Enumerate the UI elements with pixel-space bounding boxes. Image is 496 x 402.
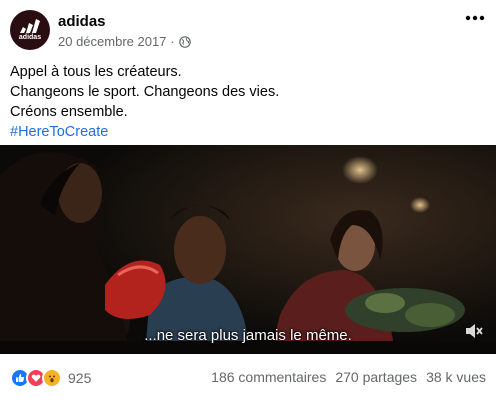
reaction-count: 925	[68, 370, 92, 386]
comments-count-link[interactable]: 186 commentaires	[211, 369, 326, 385]
speaker-muted-icon	[466, 324, 483, 338]
avatar[interactable]: adidas	[10, 10, 50, 50]
post-footer: 925 186 commentaires 270 partages 38 k v…	[0, 354, 496, 402]
views-count: 38 k vues	[426, 369, 486, 385]
post-text-line: Changeons le sport. Changeons des vies.	[10, 84, 280, 100]
video-subtitle: ...ne sera plus jamais le même.	[144, 327, 352, 344]
hashtag-link[interactable]: #HereToCreate	[10, 122, 279, 142]
video-player[interactable]: ...ne sera plus jamais le même.	[0, 145, 496, 354]
page-name[interactable]: adidas	[58, 13, 106, 30]
mute-button[interactable]	[464, 322, 484, 340]
wow-icon	[42, 368, 62, 388]
post-text-line: Appel à tous les créateurs.	[10, 64, 182, 80]
more-dots-icon	[465, 15, 485, 21]
video-frame	[0, 145, 496, 354]
globe-icon	[178, 35, 191, 48]
shares-count-link[interactable]: 270 partages	[335, 369, 417, 385]
post-header: adidas adidas 20 décembre 2017 ·	[0, 0, 496, 60]
post-meta: 20 décembre 2017 ·	[58, 34, 191, 49]
post-text: Appel à tous les créateurs. Changeons le…	[10, 62, 279, 142]
avatar-logo-text: adidas	[18, 34, 42, 41]
meta-separator: ·	[170, 34, 175, 49]
adidas-logo-icon	[20, 19, 40, 33]
post-stats: 186 commentaires 270 partages 38 k vues	[211, 369, 486, 385]
more-options-button[interactable]	[462, 8, 488, 28]
post-text-line: Créons ensemble.	[10, 104, 128, 120]
reactions-summary[interactable]: 925	[10, 368, 91, 388]
post-date[interactable]: 20 décembre 2017	[58, 34, 166, 49]
